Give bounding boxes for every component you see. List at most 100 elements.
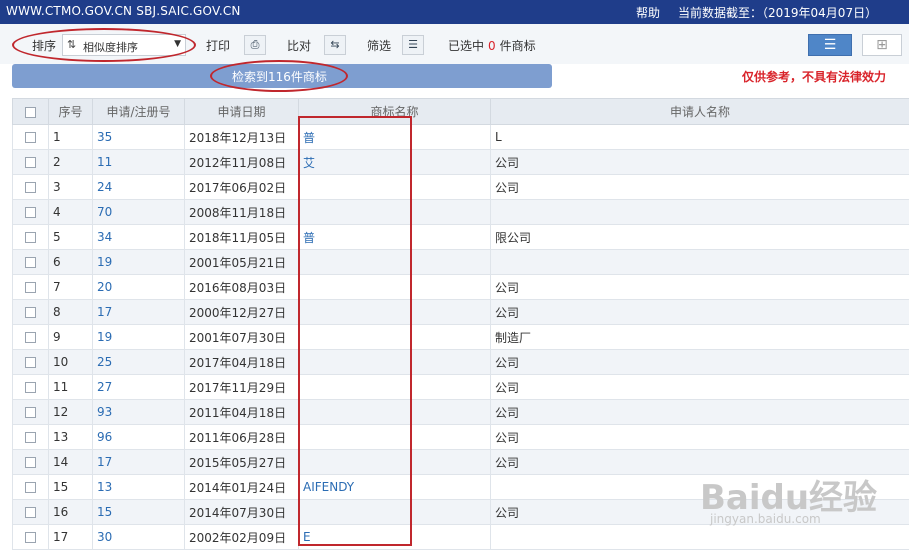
row-checkbox-cell[interactable] [12, 524, 49, 550]
row-regno[interactable]: 70 [92, 199, 185, 225]
row-checkbox[interactable] [25, 482, 36, 493]
row-regno[interactable]: 19 [92, 249, 185, 275]
table-row[interactable]: 17 30 2002年02月09日 E [12, 524, 909, 550]
row-date: 2015年05月27日 [184, 449, 299, 475]
row-checkbox-cell[interactable] [12, 174, 49, 200]
list-icon: ☰ [408, 38, 418, 51]
row-regno[interactable]: 30 [92, 524, 185, 550]
row-regno[interactable]: 17 [92, 449, 185, 475]
print-button[interactable]: ⎙ [244, 35, 266, 55]
row-regno[interactable]: 24 [92, 174, 185, 200]
row-checkbox-cell[interactable] [12, 124, 49, 150]
row-regno[interactable]: 19 [92, 324, 185, 350]
row-applicant [490, 524, 909, 550]
row-checkbox[interactable] [25, 307, 36, 318]
row-index: 9 [48, 324, 93, 350]
row-date: 2017年11月29日 [184, 374, 299, 400]
row-applicant: 公司 [490, 399, 909, 425]
annotation-trademark-box [298, 116, 412, 546]
row-applicant: 公司 [490, 349, 909, 375]
row-regno[interactable]: 35 [92, 124, 185, 150]
row-checkbox[interactable] [25, 282, 36, 293]
row-index: 10 [48, 349, 93, 375]
row-checkbox[interactable] [25, 257, 36, 268]
table-row[interactable]: 8 17 2000年12月27日 公司 [12, 299, 909, 325]
row-index: 15 [48, 474, 93, 500]
row-regno[interactable]: 15 [92, 499, 185, 525]
row-checkbox[interactable] [25, 357, 36, 368]
row-index: 16 [48, 499, 93, 525]
select-all-checkbox[interactable] [25, 106, 36, 118]
row-checkbox-cell[interactable] [12, 274, 49, 300]
row-index: 14 [48, 449, 93, 475]
table-row[interactable]: 10 25 2017年04月18日 公司 [12, 349, 909, 375]
row-regno[interactable]: 25 [92, 349, 185, 375]
table-row[interactable]: 13 96 2011年06月28日 公司 [12, 424, 909, 450]
row-checkbox[interactable] [25, 382, 36, 393]
table-row[interactable]: 9 19 2001年07月30日 制造厂 [12, 324, 909, 350]
row-regno[interactable]: 93 [92, 399, 185, 425]
row-checkbox-cell[interactable] [12, 249, 49, 275]
row-checkbox-cell[interactable] [12, 499, 49, 525]
row-date: 2016年08月03日 [184, 274, 299, 300]
list-view-button[interactable]: ☰ [808, 34, 852, 56]
row-checkbox-cell[interactable] [12, 474, 49, 500]
row-index: 13 [48, 424, 93, 450]
row-regno[interactable]: 13 [92, 474, 185, 500]
row-regno[interactable]: 11 [92, 149, 185, 175]
top-bar: WWW.CTMO.GOV.CN SBJ.SAIC.GOV.CN 帮助 当前数据截… [0, 0, 909, 24]
row-checkbox[interactable] [25, 232, 36, 243]
row-checkbox[interactable] [25, 432, 36, 443]
row-checkbox[interactable] [25, 407, 36, 418]
filter-button[interactable]: ☰ [402, 35, 424, 55]
col-regno: 申请/注册号 [92, 98, 185, 125]
row-checkbox-cell[interactable] [12, 374, 49, 400]
row-checkbox[interactable] [25, 457, 36, 468]
table-row[interactable]: 1 35 2018年12月13日普 L [12, 124, 909, 150]
table-row[interactable]: 6 19 2001年05月21日 [12, 249, 909, 275]
row-regno[interactable]: 20 [92, 274, 185, 300]
row-checkbox[interactable] [25, 507, 36, 518]
table-row[interactable]: 2 11 2012年11月08日艾公司 [12, 149, 909, 175]
grid-view-button[interactable]: ⊞ [862, 34, 902, 56]
table-row[interactable]: 3 24 2017年06月02日 公司 [12, 174, 909, 200]
row-checkbox[interactable] [25, 182, 36, 193]
table-row[interactable]: 7 20 2016年08月03日 公司 [12, 274, 909, 300]
row-regno[interactable]: 27 [92, 374, 185, 400]
table-row[interactable]: 4 70 2008年11月18日 [12, 199, 909, 225]
row-checkbox-cell[interactable] [12, 149, 49, 175]
row-checkbox-cell[interactable] [12, 324, 49, 350]
row-checkbox-cell[interactable] [12, 424, 49, 450]
row-date: 2001年07月30日 [184, 324, 299, 350]
row-checkbox[interactable] [25, 157, 36, 168]
row-date: 2002年02月09日 [184, 524, 299, 550]
row-checkbox[interactable] [25, 207, 36, 218]
row-date: 2018年12月13日 [184, 124, 299, 150]
row-checkbox-cell[interactable] [12, 299, 49, 325]
row-checkbox[interactable] [25, 532, 36, 543]
row-checkbox-cell[interactable] [12, 399, 49, 425]
help-link[interactable]: 帮助 [636, 4, 660, 21]
row-applicant: 制造厂 [490, 324, 909, 350]
row-checkbox[interactable] [25, 332, 36, 343]
select-all-cell[interactable] [12, 98, 49, 125]
col-index: 序号 [48, 98, 93, 125]
table-row[interactable]: 5 34 2018年11月05日普限公司 [12, 224, 909, 250]
row-index: 6 [48, 249, 93, 275]
table-row[interactable]: 11 27 2017年11月29日 公司 [12, 374, 909, 400]
row-checkbox-cell[interactable] [12, 224, 49, 250]
row-applicant [490, 199, 909, 225]
row-index: 12 [48, 399, 93, 425]
row-checkbox[interactable] [25, 132, 36, 143]
row-index: 17 [48, 524, 93, 550]
row-date: 2017年04月18日 [184, 349, 299, 375]
row-regno[interactable]: 17 [92, 299, 185, 325]
row-checkbox-cell[interactable] [12, 199, 49, 225]
row-regno[interactable]: 96 [92, 424, 185, 450]
row-regno[interactable]: 34 [92, 224, 185, 250]
compare-button[interactable]: ⇆ [324, 35, 346, 55]
row-checkbox-cell[interactable] [12, 349, 49, 375]
row-checkbox-cell[interactable] [12, 449, 49, 475]
table-row[interactable]: 12 93 2011年04月18日 公司 [12, 399, 909, 425]
grid-view-icon: ⊞ [876, 37, 888, 53]
